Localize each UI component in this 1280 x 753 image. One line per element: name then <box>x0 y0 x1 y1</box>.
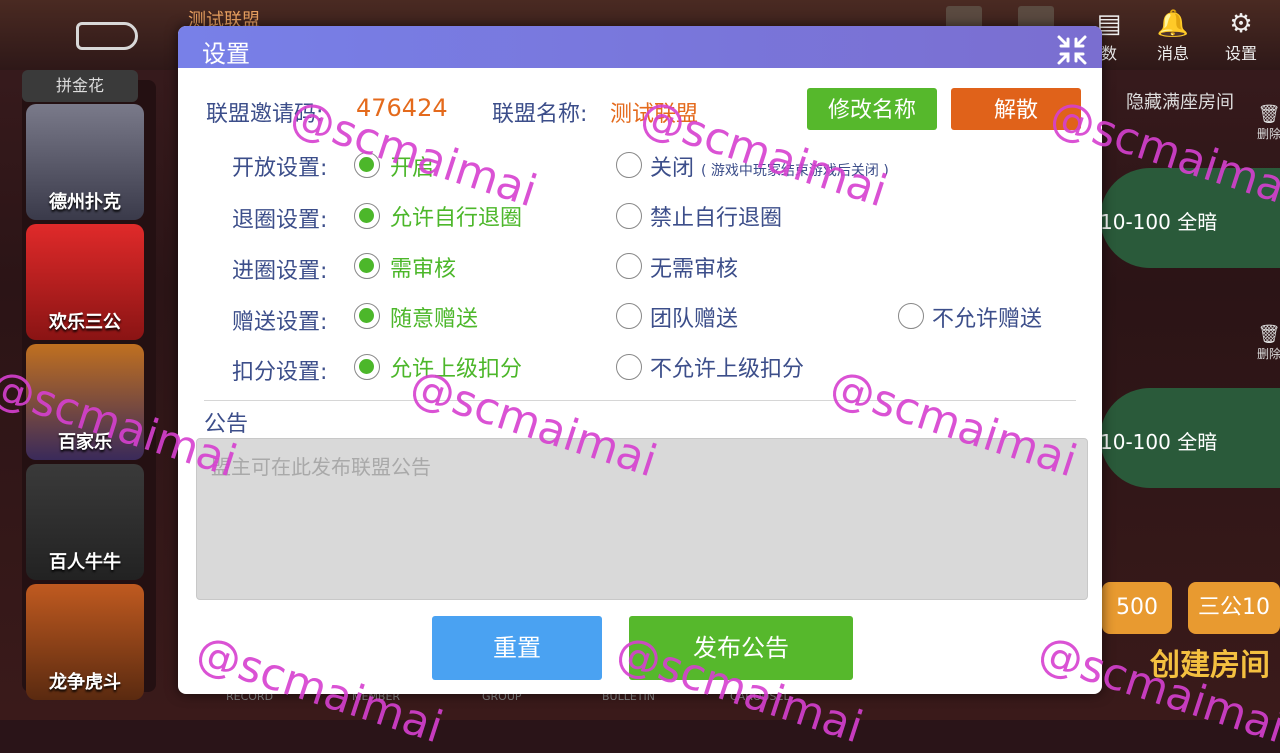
notice-input[interactable] <box>196 438 1088 600</box>
open-setting-label: 开放设置: <box>232 156 328 181</box>
join-noreview-label[interactable]: 无需审核 <box>650 251 738 283</box>
trash-icon: 🗑 <box>1257 324 1280 345</box>
dissolve-button[interactable]: 解散 <box>951 88 1081 130</box>
union-name-label: 联盟名称: <box>492 102 588 127</box>
notice-label: 公告 <box>204 412 249 437</box>
join-noreview-radio[interactable] <box>616 253 642 279</box>
back-button[interactable] <box>76 22 138 50</box>
settings-button[interactable]: ⚙ 设置 <box>1216 8 1266 64</box>
reset-button[interactable]: 重置 <box>432 616 602 680</box>
game-card-niuniu[interactable]: 百人牛牛 <box>26 464 144 580</box>
leave-forbid-label[interactable]: 禁止自行退圈 <box>650 200 782 232</box>
deduct-forbid-label[interactable]: 不允许上级扣分 <box>650 351 804 383</box>
deduct-forbid-radio[interactable] <box>616 354 642 380</box>
join-review-label[interactable]: 需审核 <box>390 251 456 283</box>
deduct-allow-label[interactable]: 允许上级扣分 <box>390 351 522 383</box>
join-setting-label: 进圈设置: <box>232 259 328 284</box>
gift-team-label[interactable]: 团队赠送 <box>650 301 738 333</box>
dialog-title: 设置 <box>202 40 250 68</box>
collapse-icon[interactable] <box>1056 34 1088 66</box>
settings-dialog: 设置 联盟邀请码: 476424 联盟名称: 测试联盟 修改名称 解散 开放设置… <box>178 26 1102 694</box>
game-card-dragon[interactable]: 龙争虎斗 <box>26 584 144 700</box>
messages-button[interactable]: 🔔 消息 <box>1148 8 1198 64</box>
leave-allow-label[interactable]: 允许自行退圈 <box>390 200 522 232</box>
publish-notice-button[interactable]: 发布公告 <box>629 616 853 680</box>
divider <box>204 400 1076 401</box>
union-name-value: 测试联盟 <box>610 102 699 127</box>
room-pill[interactable]: 三公10 <box>1188 582 1280 634</box>
deduct-allow-radio[interactable] <box>354 354 380 380</box>
gift-free-radio[interactable] <box>354 303 380 329</box>
open-on-label[interactable]: 开启 <box>390 150 434 182</box>
leave-setting-label: 退圈设置: <box>232 208 328 233</box>
game-card-baccarat[interactable]: 百家乐 <box>26 344 144 460</box>
deduct-setting-label: 扣分设置: <box>232 360 328 385</box>
join-review-radio[interactable] <box>354 253 380 279</box>
delete-button[interactable]: 🗑 删除 <box>1254 104 1280 142</box>
bell-icon: 🔔 <box>1156 9 1190 39</box>
gift-team-radio[interactable] <box>616 303 642 329</box>
open-off-note: ( 游戏中玩家结束游戏后关闭 ) <box>701 163 889 179</box>
gift-none-radio[interactable] <box>898 303 924 329</box>
leave-allow-radio[interactable] <box>354 203 380 229</box>
gift-setting-label: 赠送设置: <box>232 310 328 335</box>
rename-button[interactable]: 修改名称 <box>807 88 937 130</box>
gear-icon: ⚙ <box>1229 9 1253 39</box>
table-item[interactable]: 10-100 全暗 <box>1100 168 1280 268</box>
bottom-nav: RECORD MEMBER GROUP BULLETIN CAROUSEL <box>180 690 1100 720</box>
room-pill[interactable]: 500 <box>1102 582 1172 634</box>
game-card-texas[interactable]: 德州扑克 <box>26 104 144 220</box>
trash-icon: 🗑 <box>1257 104 1280 125</box>
game-card-top[interactable]: 拼金花 <box>22 70 138 102</box>
invite-code-label: 联盟邀请码: <box>206 102 324 127</box>
hide-full-rooms-toggle[interactable]: 隐藏满座房间 <box>1126 88 1234 114</box>
gift-none-label[interactable]: 不允许赠送 <box>932 301 1042 333</box>
dialog-header: 设置 <box>178 26 1102 68</box>
table-item[interactable]: 10-100 全暗 <box>1100 388 1280 488</box>
open-off-label[interactable]: 关闭 ( 游戏中玩家结束游戏后关闭 ) <box>650 150 889 182</box>
invite-code-value: 476424 <box>356 94 448 122</box>
open-off-radio[interactable] <box>616 152 642 178</box>
gift-free-label[interactable]: 随意赠送 <box>390 301 478 333</box>
open-on-radio[interactable] <box>354 152 380 178</box>
create-room-button[interactable]: 创建房间 <box>1150 640 1270 684</box>
delete-button[interactable]: 🗑 删除 <box>1254 324 1280 362</box>
leave-forbid-radio[interactable] <box>616 203 642 229</box>
game-card-sangong[interactable]: 欢乐三公 <box>26 224 144 340</box>
